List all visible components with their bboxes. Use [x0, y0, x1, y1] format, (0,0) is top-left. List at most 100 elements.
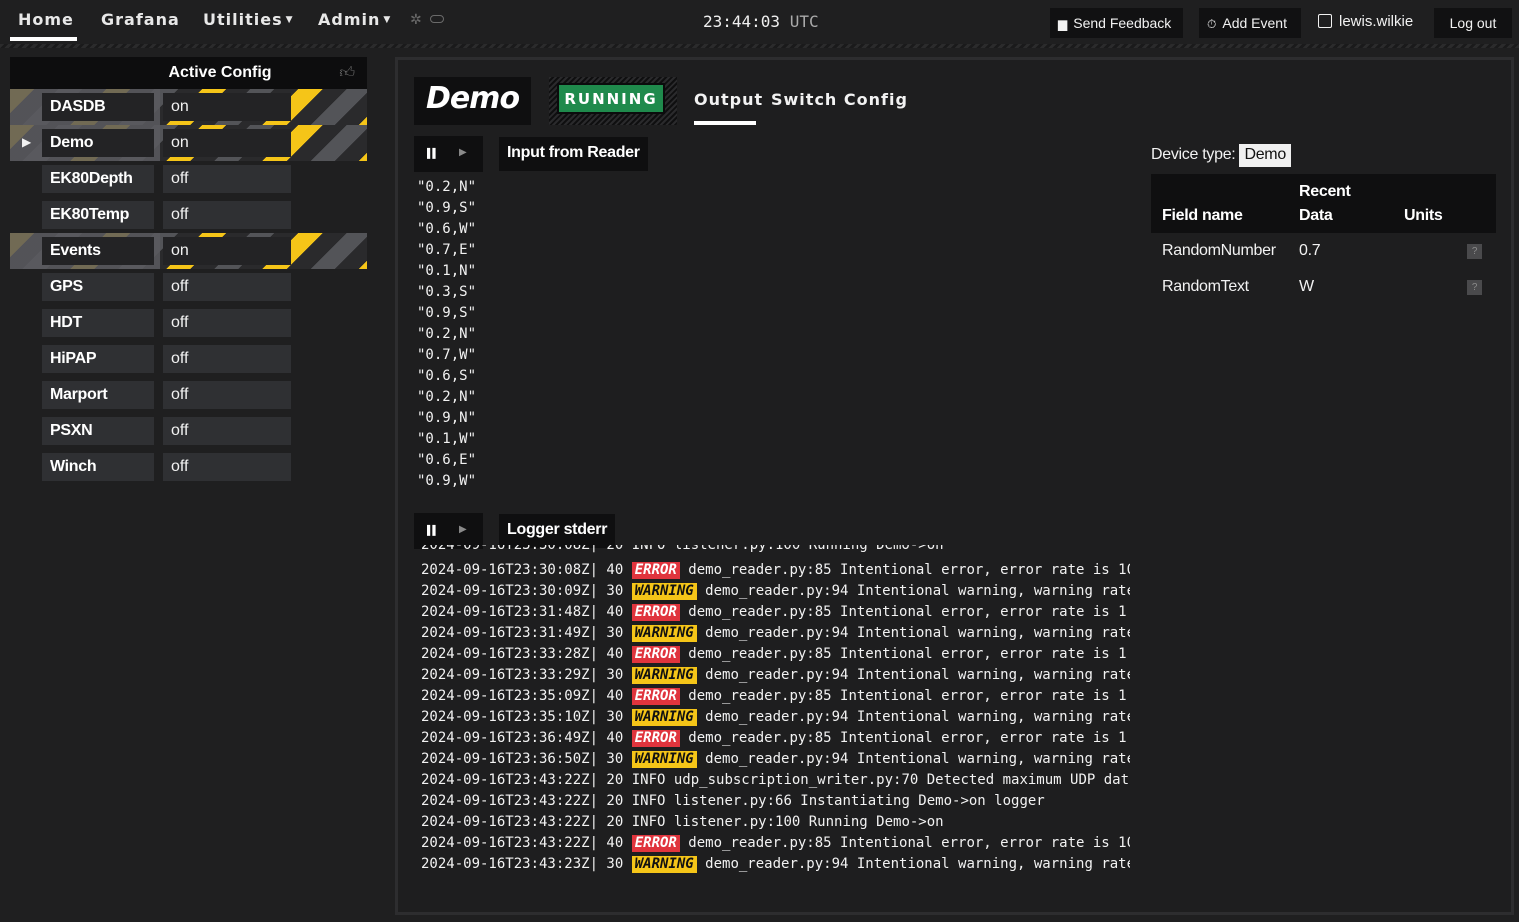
play-icon[interactable]: ▶ — [459, 524, 467, 535]
nav-home[interactable]: Home — [18, 10, 74, 29]
device-state[interactable]: off — [163, 309, 291, 337]
device-name[interactable]: HDT — [42, 309, 154, 337]
device-row-ek80temp[interactable]: EK80Temp off — [10, 197, 367, 233]
device-name[interactable]: GPS — [42, 273, 154, 301]
nav-grafana[interactable]: Grafana — [101, 10, 180, 29]
log-message: demo_reader.py:85 Intentional error, err… — [679, 604, 1127, 620]
device-row-hipap[interactable]: HiPAP off — [10, 341, 367, 377]
top-navbar: Home Grafana Utilities ▼ Admin ▼ ✲ 23:44:0… — [0, 0, 1519, 48]
log-message: demo_reader.py:94 Intentional warning, w… — [696, 667, 1130, 683]
device-state[interactable]: off — [163, 381, 291, 409]
table-row: RandomNumber 0.7 ? — [1151, 233, 1496, 269]
tab-output[interactable]: Output — [694, 90, 763, 109]
device-name[interactable]: HiPAP — [42, 345, 154, 373]
log-level: ERROR — [631, 646, 680, 663]
log-line: 2024-09-16T23:43:22Z| 40 ERROR demo_read… — [421, 833, 1130, 854]
log-message: demo_reader.py:85 Intentional error, err… — [679, 646, 1127, 662]
device-row-ek80depth[interactable]: EK80Depth off — [10, 161, 367, 197]
device-state[interactable]: on — [163, 237, 291, 265]
device-state[interactable]: on — [163, 93, 291, 121]
active-config-header: Active Config 👍︎ — [10, 57, 367, 89]
log-line: 2024-09-16T23:33:28Z| 40 ERROR demo_read… — [421, 644, 1130, 665]
log-message: demo_reader.py:94 Intentional warning, w… — [696, 751, 1130, 767]
device-state[interactable]: off — [163, 165, 291, 193]
reader-playback-controls: ▌▌ ▶ — [414, 136, 483, 172]
chevron-down-icon: ▼ — [383, 15, 392, 25]
col-recent-line1: Recent — [1299, 183, 1351, 200]
device-name[interactable]: Events — [42, 237, 154, 265]
log-message: demo_reader.py:94 Intentional warning, w… — [696, 709, 1130, 725]
log-line: 2024-09-16T23:36:50Z| 30 WARNING demo_re… — [421, 749, 1130, 770]
send-feedback-button[interactable]: ▆ Send Feedback — [1050, 8, 1183, 38]
reader-line: "0.1,W" — [417, 431, 477, 447]
device-row-demo[interactable]: ▶ Demo on — [10, 125, 367, 161]
log-line: 2024-09-16T23:43:22Z| 20 INFO listener.p… — [421, 791, 1130, 812]
device-name[interactable]: Marport — [42, 381, 154, 409]
device-state[interactable]: off — [163, 273, 291, 301]
device-state[interactable]: on — [163, 129, 291, 157]
pause-icon[interactable]: ▌▌ — [427, 525, 439, 535]
device-row-dasdb[interactable]: DASDB on — [10, 89, 367, 125]
log-timestamp: 2024-09-16T23:35:09Z| 40 — [421, 688, 632, 704]
log-line: 2024-09-16T23:30:08Z| 40 ERROR demo_read… — [421, 560, 1130, 581]
chevron-down-icon: ▼ — [285, 15, 294, 25]
device-detail-panel: Demo RUNNING Output Switch Config ▌▌ ▶ I… — [395, 57, 1514, 915]
device-name[interactable]: EK80Temp — [42, 201, 154, 229]
reader-panel-label: Input from Reader — [499, 137, 648, 171]
log-message: listener.py:66 Instantiating Demo->on lo… — [665, 793, 1045, 809]
user-menu[interactable]: lewis.wilkie — [1318, 13, 1413, 30]
log-timestamp: 2024-09-16T23:43:23Z| 30 — [421, 856, 632, 872]
device-row-events[interactable]: Events on — [10, 233, 367, 269]
play-icon[interactable]: ▶ — [459, 147, 467, 158]
device-name[interactable]: EK80Depth — [42, 165, 154, 193]
device-state[interactable]: off — [163, 417, 291, 445]
tab-output-active-indicator — [694, 121, 756, 125]
device-name[interactable]: PSXN — [42, 417, 154, 445]
log-line: 2024-09-16T23:31:49Z| 30 WARNING demo_re… — [421, 623, 1130, 644]
stderr-playback-controls: ▌▌ ▶ — [414, 513, 483, 549]
logout-button[interactable]: Log out — [1434, 8, 1512, 38]
device-state[interactable]: off — [163, 453, 291, 481]
log-message: demo_reader.py:85 Intentional error, err… — [679, 562, 1130, 578]
help-icon[interactable]: ? — [1467, 280, 1482, 295]
log-line: 2024-09-16T23:30:09Z| 30 WARNING demo_re… — [421, 581, 1130, 602]
reader-line: "0.7,W" — [417, 347, 477, 363]
device-name[interactable]: DASDB — [42, 93, 154, 121]
log-line: 2024-09-16T23:31:48Z| 40 ERROR demo_read… — [421, 602, 1130, 623]
toggle-icon[interactable] — [429, 15, 444, 23]
nav-utilities-dropdown[interactable]: Utilities ▼ — [203, 10, 294, 29]
palette-icon[interactable]: ✲ — [410, 11, 422, 27]
nav-admin-dropdown[interactable]: Admin ▼ — [318, 10, 391, 29]
clock-zone: UTC — [789, 12, 819, 31]
log-level: WARNING — [631, 583, 697, 600]
log-level: WARNING — [631, 856, 697, 873]
device-row-gps[interactable]: GPS off — [10, 269, 367, 305]
tab-switch-config[interactable]: Switch Config — [771, 90, 908, 109]
col-field-name: Field name — [1162, 207, 1243, 224]
device-state[interactable]: off — [163, 345, 291, 373]
reader-line: "0.1,N" — [417, 263, 477, 279]
thumbs-up-icon[interactable]: 👍︎ — [339, 64, 355, 82]
log-timestamp: 2024-09-16T23:43:22Z| 20 — [421, 814, 632, 830]
device-state[interactable]: off — [163, 201, 291, 229]
device-row-marport[interactable]: Marport off — [10, 377, 367, 413]
device-row-hdt[interactable]: HDT off — [10, 305, 367, 341]
log-line: 2024-09-16T23:43:23Z| 30 WARNING demo_re… — [421, 854, 1130, 875]
add-event-button[interactable]: ⏱ Add Event — [1199, 8, 1301, 38]
selected-arrow-icon: ▶ — [22, 135, 32, 149]
log-timestamp: 2024-09-16T23:36:50Z| 30 — [421, 751, 632, 767]
log-level: INFO — [631, 772, 666, 788]
device-name[interactable]: Demo — [42, 129, 154, 157]
log-line: 2024-09-16T23:35:10Z| 30 WARNING demo_re… — [421, 707, 1130, 728]
pause-icon[interactable]: ▌▌ — [427, 148, 439, 158]
help-icon[interactable]: ? — [1467, 244, 1482, 259]
chat-icon: ▆ — [1058, 17, 1068, 31]
device-row-winch[interactable]: Winch off — [10, 449, 367, 485]
reader-line: "0.9,W" — [417, 473, 477, 489]
stopwatch-icon: ⏱ — [1207, 17, 1217, 31]
reader-line: "0.2,N" — [417, 179, 477, 195]
stderr-log[interactable]: 2024-09-16T23:30:08Z| 20 INFO listener.p… — [417, 545, 1130, 877]
device-name[interactable]: Winch — [42, 453, 154, 481]
device-row-psxn[interactable]: PSXN off — [10, 413, 367, 449]
log-timestamp: 2024-09-16T23:43:22Z| 20 — [421, 793, 632, 809]
